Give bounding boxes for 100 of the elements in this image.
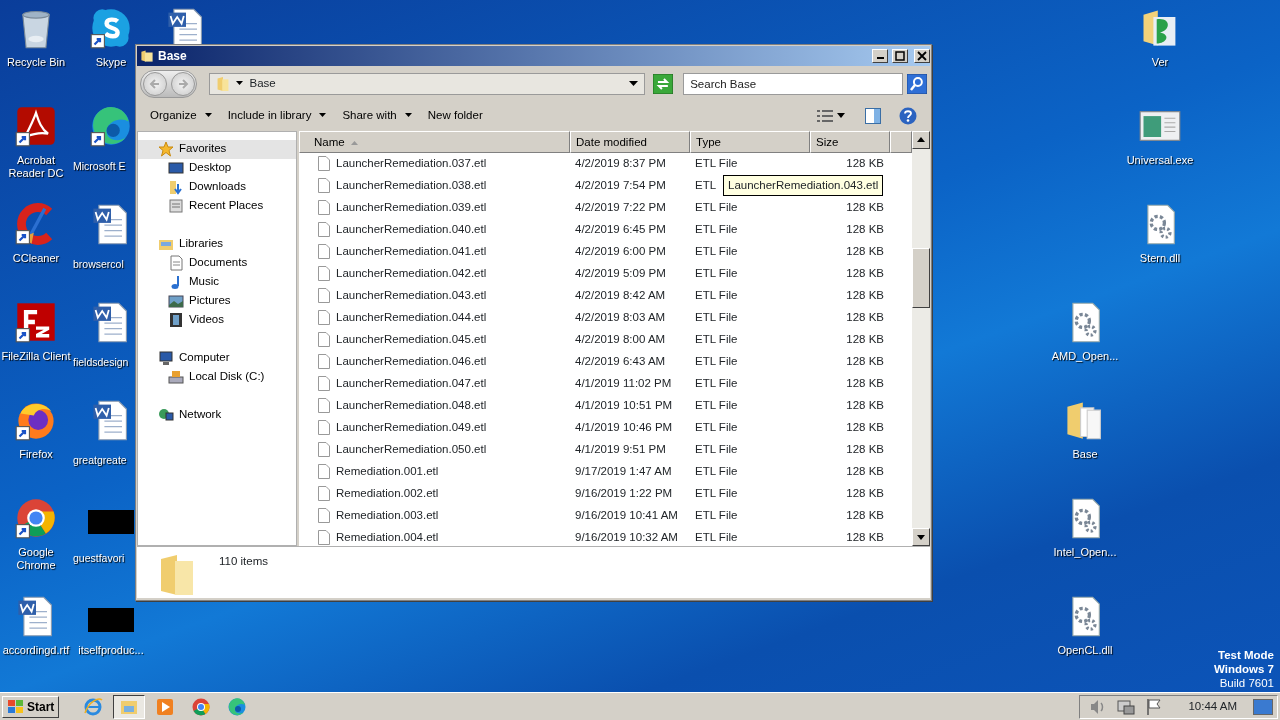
column-header[interactable]: Size bbox=[810, 130, 890, 153]
preview-pane-icon[interactable] bbox=[865, 107, 881, 124]
nav-item[interactable]: Pictures bbox=[138, 291, 296, 311]
file-icon bbox=[318, 486, 330, 501]
icon-label[interactable]: Base bbox=[1072, 448, 1098, 461]
close-button[interactable] bbox=[914, 48, 930, 63]
tooltip: LauncherRemediation.043.etl bbox=[723, 174, 884, 196]
file-icon bbox=[318, 288, 330, 303]
scroll-thumb[interactable] bbox=[912, 248, 930, 309]
file-date: 4/2/2019 8:03 AM bbox=[575, 310, 666, 323]
nav-item[interactable]: Music bbox=[138, 272, 296, 292]
file-name[interactable]: LauncherRemediation.037.etl bbox=[336, 154, 487, 173]
icon-label[interactable]: browsercol bbox=[73, 258, 124, 271]
icon-label[interactable]: AMD_Open... bbox=[1051, 350, 1119, 363]
icon-label[interactable]: Google Chrome bbox=[0, 546, 74, 572]
file-name[interactable]: LauncherRemediation.050.etl bbox=[336, 440, 487, 459]
nav-item[interactable]: Downloads bbox=[138, 177, 296, 197]
toolbar-button[interactable]: Organize bbox=[144, 104, 218, 127]
file-name[interactable]: LauncherRemediation.041.etl bbox=[336, 242, 487, 261]
icon-label[interactable]: greatgreate bbox=[73, 454, 127, 467]
nav-item[interactable]: Recent Places bbox=[138, 196, 296, 216]
file-type: ETL File bbox=[695, 310, 738, 323]
toolbar-button[interactable]: Include in library bbox=[221, 104, 333, 127]
media-player-icon bbox=[155, 696, 176, 717]
toolbar-button[interactable]: Share with bbox=[336, 104, 418, 127]
file-name[interactable]: LauncherRemediation.040.etl bbox=[336, 220, 487, 239]
watermark-text: Test Mode bbox=[1218, 648, 1274, 662]
nav-item[interactable]: Network bbox=[138, 405, 296, 425]
column-header[interactable]: Date modified bbox=[570, 130, 690, 153]
column-header[interactable]: Name bbox=[299, 130, 570, 153]
scroll-up-button[interactable] bbox=[912, 130, 930, 149]
icon-label[interactable]: Microsoft E bbox=[73, 160, 126, 173]
column-header[interactable]: Type bbox=[690, 130, 810, 153]
file-type: ETL File bbox=[695, 200, 738, 213]
scrollbar[interactable] bbox=[912, 130, 930, 546]
help-icon[interactable] bbox=[899, 106, 917, 125]
file-name[interactable]: Remediation.004.etl bbox=[336, 528, 439, 546]
file-name[interactable]: LauncherRemediation.048.etl bbox=[336, 396, 487, 415]
show-desktop-icon[interactable] bbox=[1253, 698, 1273, 715]
file-icon bbox=[318, 332, 330, 347]
file-name[interactable]: LauncherRemediation.049.etl bbox=[336, 418, 487, 437]
icon-label[interactable]: CCleaner bbox=[12, 252, 60, 265]
minimize-icon bbox=[876, 56, 884, 59]
file-name[interactable]: Remediation.002.etl bbox=[336, 484, 439, 503]
icon-label[interactable]: fieldsdesign bbox=[73, 356, 129, 369]
icon-label[interactable]: itselfproduc... bbox=[78, 644, 144, 657]
file-date: 4/1/2019 11:02 PM bbox=[575, 376, 672, 389]
search-field[interactable]: Search Base bbox=[683, 72, 904, 95]
icon-label[interactable]: Stern.dll bbox=[1139, 252, 1181, 265]
icon-label[interactable]: Firefox bbox=[19, 448, 53, 461]
document-icon bbox=[168, 255, 184, 271]
file-date: 9/17/2019 1:47 AM bbox=[575, 464, 672, 477]
nav-item[interactable]: Desktop bbox=[138, 158, 296, 178]
icon-label[interactable]: OpenCL.dll bbox=[1057, 644, 1113, 657]
icon-label[interactable]: Universal.exe bbox=[1126, 154, 1194, 167]
file-name[interactable]: Remediation.003.etl bbox=[336, 506, 439, 525]
file-type: ETL File bbox=[695, 486, 738, 499]
folder-icon bbox=[140, 48, 154, 63]
view-list-icon[interactable] bbox=[817, 108, 833, 123]
chrome-icon bbox=[191, 696, 212, 717]
nav-item[interactable]: Favorites bbox=[138, 139, 296, 159]
nav-item[interactable]: Local Disk (C:) bbox=[138, 367, 296, 387]
icon-label[interactable]: Acrobat Reader DC bbox=[0, 154, 74, 180]
file-type: ETL File bbox=[695, 288, 738, 301]
icon-label[interactable]: Ver bbox=[1151, 56, 1169, 69]
icon-label[interactable]: guestfavori bbox=[73, 552, 125, 565]
caret-icon bbox=[629, 80, 639, 87]
file-name[interactable]: Remediation.001.etl bbox=[336, 462, 439, 481]
file-date: 4/2/2019 8:37 PM bbox=[575, 156, 666, 169]
file-name[interactable]: LauncherRemediation.047.etl bbox=[336, 374, 487, 393]
start-button[interactable]: Start bbox=[2, 695, 60, 718]
file-size: 128 KB bbox=[846, 486, 884, 499]
icon-label[interactable]: FileZilla Client bbox=[1, 350, 71, 363]
windows-logo-icon bbox=[7, 698, 25, 715]
file-name[interactable]: LauncherRemediation.039.etl bbox=[336, 198, 487, 217]
file-name[interactable]: LauncherRemediation.038.etl bbox=[336, 176, 487, 195]
file-name[interactable]: LauncherRemediation.042.etl bbox=[336, 264, 487, 283]
toolbar-button[interactable]: New folder bbox=[421, 104, 489, 127]
address-bar[interactable]: Base bbox=[209, 72, 646, 95]
icon-label[interactable]: Skype bbox=[95, 56, 127, 69]
nav-item[interactable]: Videos bbox=[138, 310, 296, 330]
icon-label[interactable]: Recycle Bin bbox=[6, 56, 66, 69]
scroll-down-button[interactable] bbox=[912, 528, 930, 546]
maximize-icon bbox=[894, 49, 906, 62]
refresh-icon[interactable] bbox=[653, 73, 674, 94]
clock[interactable]: 10:44 AM bbox=[1188, 697, 1237, 716]
nav-item[interactable]: Libraries bbox=[138, 234, 296, 254]
file-icon bbox=[318, 442, 330, 457]
icon-label[interactable]: accordingd.rtf bbox=[2, 644, 70, 657]
file-name[interactable]: LauncherRemediation.046.etl bbox=[336, 352, 487, 371]
maximize-button[interactable] bbox=[892, 48, 908, 63]
minimize-button[interactable] bbox=[872, 48, 888, 63]
nav-item[interactable]: Documents bbox=[138, 253, 296, 273]
taskbar-app-button[interactable] bbox=[113, 694, 146, 719]
file-name[interactable]: LauncherRemediation.043.etl bbox=[336, 286, 487, 305]
file-name[interactable]: LauncherRemediation.045.etl bbox=[336, 330, 487, 349]
file-name[interactable]: LauncherRemediation.044.etl bbox=[336, 308, 487, 327]
icon-label[interactable]: Intel_Open... bbox=[1053, 546, 1117, 559]
search-icon[interactable] bbox=[907, 73, 927, 94]
nav-item[interactable]: Computer bbox=[138, 348, 296, 368]
